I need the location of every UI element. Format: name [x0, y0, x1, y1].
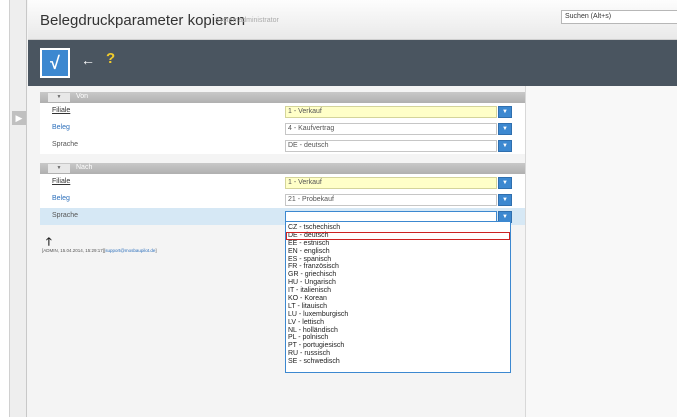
audit-suffix: ]	[155, 248, 157, 253]
dropdown-option[interactable]: CZ - tschechisch	[286, 224, 510, 232]
von-sprache-dropdown-icon[interactable]: ▼	[498, 140, 512, 152]
section-von-title: Von	[76, 93, 89, 100]
expand-nav-icon[interactable]: ▶	[12, 111, 26, 125]
von-beleg-dropdown-icon[interactable]: ▼	[498, 123, 512, 135]
dropdown-option[interactable]: LU - luxemburgisch	[286, 311, 510, 319]
dropdown-option[interactable]: IT - italienisch	[286, 287, 510, 295]
von-filiale-dropdown-icon[interactable]: ▼	[498, 106, 512, 118]
collapse-icon[interactable]: ▼	[48, 164, 70, 173]
nach-filiale-field[interactable]: 1 - Verkauf	[285, 177, 497, 189]
app-window: ▶ Belegdruckparameter kopieren Systemadm…	[0, 0, 677, 417]
von-beleg-label[interactable]: Beleg	[52, 124, 70, 131]
back-arrow-icon[interactable]: ←	[81, 52, 95, 68]
von-sprache-field[interactable]: DE - deutsch	[285, 140, 497, 152]
von-sprache-row: Sprache DE - deutsch ▼	[40, 137, 525, 154]
section-nach-header[interactable]: ▼ Nach	[40, 163, 525, 174]
section-von: ▼ Von Filiale 1 - Verkauf ▼ Beleg 4 - Ka…	[40, 92, 525, 154]
von-sprache-label: Sprache	[52, 141, 79, 148]
toolbar: √ ← ?	[28, 40, 677, 86]
dropdown-option[interactable]: LT - litauisch	[286, 303, 510, 311]
dropdown-option[interactable]: HU - Ungarisch	[286, 279, 510, 287]
section-von-header[interactable]: ▼ Von	[40, 92, 525, 103]
audit-info: [ADMIN, 15.04.2014, 15:29:17][support@mo…	[42, 248, 157, 253]
help-icon[interactable]: ?	[106, 50, 115, 67]
nach-sprache-label: Sprache	[52, 212, 79, 219]
user-role: Systemadministrator	[215, 17, 279, 24]
left-rail	[0, 0, 10, 417]
nach-filiale-label[interactable]: Filiale	[52, 178, 70, 185]
side-panel	[525, 86, 677, 417]
confirm-button[interactable]: √	[40, 48, 70, 78]
section-nach-title: Nach	[76, 164, 93, 171]
dropdown-option[interactable]: ES - spanisch	[286, 256, 510, 264]
von-beleg-field[interactable]: 4 - Kaufvertrag	[285, 123, 497, 135]
von-filiale-row: Filiale 1 - Verkauf ▼	[40, 103, 525, 120]
dropdown-option[interactable]: FR - französisch	[286, 263, 510, 271]
dropdown-option[interactable]: DE - deutsch	[286, 231, 510, 240]
von-beleg-row: Beleg 4 - Kaufvertrag ▼	[40, 120, 525, 137]
nach-filiale-dropdown-icon[interactable]: ▼	[498, 177, 512, 189]
audit-prefix: [ADMIN, 15.04.2014, 15:29:17][	[42, 248, 106, 253]
dropdown-option[interactable]: KO - Korean	[286, 295, 510, 303]
dropdown-option[interactable]: RU - russisch	[286, 350, 510, 358]
dropdown-option[interactable]: LV - lettisch	[286, 319, 510, 327]
support-email-link[interactable]: support@mosbaupilot.de	[105, 248, 155, 253]
nach-beleg-field[interactable]: 21 - Probekauf	[285, 194, 497, 206]
von-filiale-field[interactable]: 1 - Verkauf	[285, 106, 497, 118]
dropdown-option[interactable]: NL - holländisch	[286, 327, 510, 335]
section-nach: ▼ Nach Filiale 1 - Verkauf ▼ Beleg 21 - …	[40, 163, 525, 225]
nach-beleg-label[interactable]: Beleg	[52, 195, 70, 202]
search-input[interactable]: Suchen (Alt+s)	[561, 10, 677, 24]
dropdown-option[interactable]: EE - estnisch	[286, 240, 510, 248]
sprache-dropdown-list[interactable]: CZ - tschechisch DE - deutsch EE - estnisc…	[285, 221, 511, 373]
collapse-icon[interactable]: ▼	[48, 93, 70, 102]
dropdown-option[interactable]: SE - schwedisch	[286, 358, 510, 366]
nach-filiale-row: Filiale 1 - Verkauf ▼	[40, 174, 525, 191]
dropdown-option[interactable]: EN - englisch	[286, 248, 510, 256]
dropdown-option[interactable]: PT - portugiesisch	[286, 342, 510, 350]
nach-beleg-row: Beleg 21 - Probekauf ▼	[40, 191, 525, 208]
dropdown-option[interactable]: GR - griechisch	[286, 271, 510, 279]
von-filiale-label[interactable]: Filiale	[52, 107, 70, 114]
header: Belegdruckparameter kopieren Systemadmin…	[28, 0, 677, 40]
nach-beleg-dropdown-icon[interactable]: ▼	[498, 194, 512, 206]
dropdown-options: CZ - tschechisch DE - deutsch EE - estnisc…	[286, 224, 510, 366]
navigation-strip[interactable]	[10, 0, 27, 417]
dropdown-option[interactable]: PL - polnisch	[286, 334, 510, 342]
